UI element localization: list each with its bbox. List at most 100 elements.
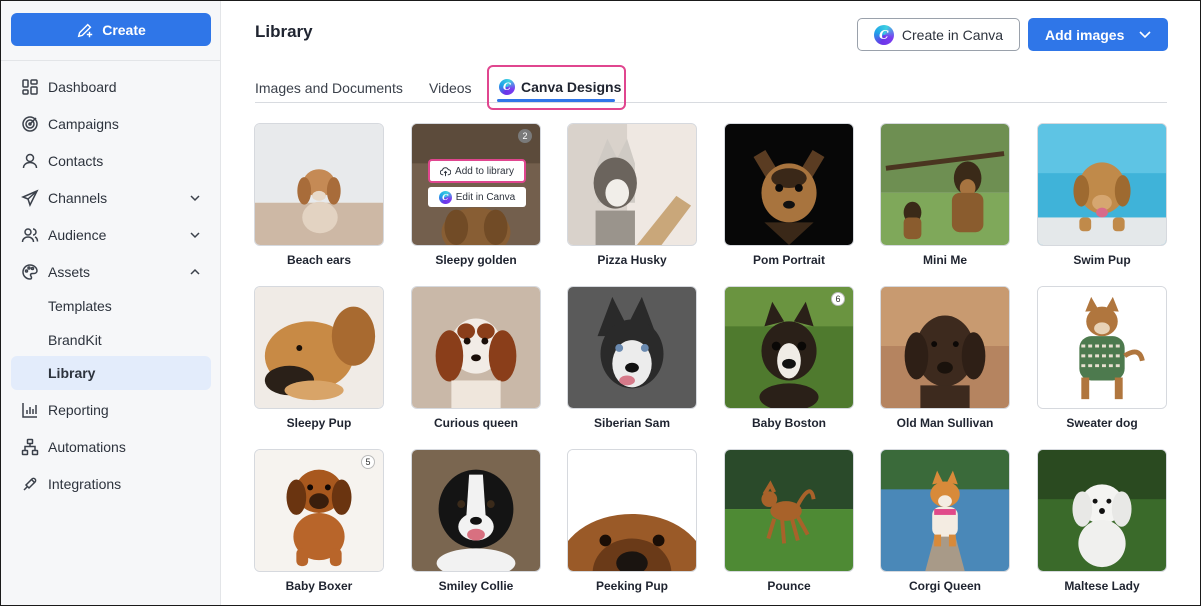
edit-in-canva-button[interactable]: C Edit in Canva	[428, 187, 526, 207]
image-thumbnail[interactable]	[880, 286, 1010, 409]
tab-videos[interactable]: Videos	[429, 80, 472, 96]
image-caption: Maltese Lady	[1064, 579, 1140, 593]
sidebar-item-label: Dashboard	[48, 79, 117, 95]
image-thumbnail[interactable]	[1037, 449, 1167, 572]
image-thumbnail[interactable]	[1037, 286, 1167, 409]
image-caption: Pizza Husky	[597, 253, 667, 267]
create-button[interactable]: Create	[11, 13, 211, 46]
add-images-label: Add images	[1045, 26, 1125, 43]
image-card[interactable]: Sleepy Pup	[254, 286, 384, 430]
sidebar-item-assets[interactable]: Assets	[11, 255, 211, 289]
image-thumbnail[interactable]: 5	[254, 449, 384, 572]
sidebar-item-reporting[interactable]: Reporting	[11, 393, 211, 427]
palette-icon	[21, 263, 39, 281]
version-count-badge: 6	[831, 292, 845, 306]
sidebar-item-label: Contacts	[48, 153, 104, 169]
sidebar-item-label: Campaigns	[48, 116, 119, 132]
cloud-upload-icon	[440, 166, 452, 176]
image-caption: Sleepy golden	[435, 253, 517, 267]
image-thumbnail[interactable]	[254, 286, 384, 409]
sidebar-item-integrations[interactable]: Integrations	[11, 467, 211, 501]
image-caption: Pom Portrait	[752, 253, 825, 267]
image-thumbnail[interactable]	[1037, 123, 1167, 246]
sidebar-item-library[interactable]: Library	[11, 356, 211, 390]
image-card[interactable]: Sweater dog	[1037, 286, 1167, 430]
image-card[interactable]: Corgi Queen	[880, 449, 1010, 593]
image-caption: Curious queen	[433, 416, 518, 430]
sidebar-item-contacts[interactable]: Contacts	[11, 144, 211, 178]
person-icon	[21, 152, 39, 170]
canva-logo-icon: C	[499, 79, 515, 95]
image-thumbnail[interactable]: Add to library C Edit in Canva 2	[411, 123, 541, 246]
add-images-button[interactable]: Add images	[1028, 18, 1168, 51]
page-title: Library	[255, 22, 313, 41]
tab-canva-designs[interactable]: C Canva Designs	[499, 79, 621, 95]
image-card[interactable]: Pom Portrait	[724, 123, 854, 267]
image-thumbnail[interactable]	[411, 286, 541, 409]
image-thumbnail[interactable]	[880, 449, 1010, 572]
image-thumbnail[interactable]	[567, 123, 697, 246]
image-thumbnail[interactable]	[411, 449, 541, 572]
image-thumbnail[interactable]	[724, 449, 854, 572]
chevron-up-icon[interactable]	[189, 266, 201, 278]
image-card[interactable]: Mini Me	[880, 123, 1010, 267]
add-to-library-button[interactable]: Add to library	[428, 159, 526, 183]
image-card[interactable]: Curious queen	[411, 286, 541, 430]
image-card[interactable]: 6 Baby Boston	[724, 286, 854, 430]
create-pencil-icon	[77, 23, 93, 37]
image-thumbnail[interactable]	[567, 286, 697, 409]
image-card[interactable]: Smiley Collie	[411, 449, 541, 593]
image-thumbnail[interactable]	[724, 123, 854, 246]
sidebar-item-label: Channels	[48, 190, 108, 206]
image-card[interactable]: Beach ears	[254, 123, 384, 267]
canva-logo-icon: C	[873, 24, 894, 45]
image-thumbnail[interactable]	[567, 449, 697, 572]
sidebar-item-label: Reporting	[48, 402, 109, 418]
sidebar-item-label: Templates	[48, 298, 112, 314]
image-card[interactable]: Pizza Husky	[567, 123, 697, 267]
sidebar-item-channels[interactable]: Channels	[11, 181, 211, 215]
image-card[interactable]: Swim Pup	[1037, 123, 1167, 267]
image-card[interactable]: Maltese Lady	[1037, 449, 1167, 593]
image-thumbnail[interactable]	[880, 123, 1010, 246]
image-caption: Corgi Queen	[908, 579, 981, 593]
image-caption: Sweater dog	[1066, 416, 1138, 430]
sidebar-item-brandkit[interactable]: BrandKit	[11, 323, 211, 357]
tab-images-and-documents[interactable]: Images and Documents	[255, 80, 403, 96]
image-thumbnail[interactable]	[254, 123, 384, 246]
send-icon	[21, 189, 39, 207]
sidebar-item-templates[interactable]: Templates	[11, 289, 211, 323]
image-card[interactable]: 5 Baby Boxer	[254, 449, 384, 593]
image-caption: Old Man Sullivan	[896, 416, 994, 430]
edit-in-canva-label: Edit in Canva	[455, 191, 516, 203]
create-in-canva-button[interactable]: C Create in Canva	[857, 18, 1020, 51]
image-card[interactable]: Pounce	[724, 449, 854, 593]
image-thumbnail[interactable]: 6	[724, 286, 854, 409]
image-caption: Pounce	[767, 579, 811, 593]
image-card[interactable]: Peeking Pup	[567, 449, 697, 593]
sidebar-item-campaigns[interactable]: Campaigns	[11, 107, 211, 141]
chevron-down-icon[interactable]	[189, 192, 201, 204]
sidebar-item-automations[interactable]: Automations	[11, 430, 211, 464]
dashboard-icon	[21, 78, 39, 96]
image-caption: Beach ears	[286, 253, 352, 267]
flow-icon	[21, 438, 39, 456]
sidebar-item-label: Assets	[48, 264, 91, 280]
image-card[interactable]: Add to library C Edit in Canva 2 Sleepy …	[411, 123, 541, 267]
image-card[interactable]: Siberian Sam	[567, 286, 697, 430]
image-caption: Peeking Pup	[595, 579, 669, 593]
image-caption: Baby Boxer	[285, 579, 353, 593]
version-count-badge: 2	[518, 129, 532, 143]
sidebar-item-audience[interactable]: Audience	[11, 218, 211, 252]
puzzle-icon	[21, 475, 39, 493]
chevron-down-icon[interactable]	[189, 229, 201, 241]
add-to-library-label: Add to library	[455, 165, 514, 177]
sidebar-item-dashboard[interactable]: Dashboard	[11, 70, 211, 104]
image-caption: Sleepy Pup	[286, 416, 352, 430]
create-button-label: Create	[102, 21, 146, 38]
sidebar-item-label: Library	[48, 365, 96, 381]
people-icon	[21, 226, 39, 244]
image-card[interactable]: Old Man Sullivan	[880, 286, 1010, 430]
sidebar-item-label: Integrations	[48, 476, 122, 492]
image-caption: Smiley Collie	[438, 579, 514, 593]
